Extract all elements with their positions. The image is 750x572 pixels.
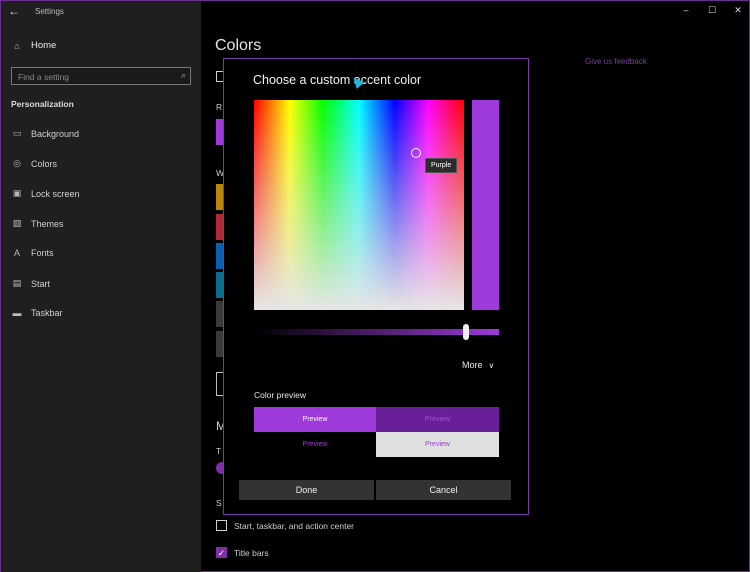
preview-tile: Preview	[254, 432, 376, 457]
start-taskbar-checkbox[interactable]	[216, 520, 227, 531]
custom-color-button[interactable]	[216, 372, 223, 396]
sidebar-item-start[interactable]: ▤ Start	[11, 278, 50, 289]
themes-icon: ▨	[12, 218, 22, 228]
start-icon: ▤	[12, 278, 22, 288]
color-preview-grid: Preview Preview Preview Preview	[254, 407, 499, 457]
sidebar-item-background[interactable]: ▭ Background	[11, 128, 79, 139]
dialog-title: Choose a custom accent color	[253, 73, 422, 87]
fonts-icon: A	[13, 248, 20, 258]
lock-screen-icon: ▣	[12, 188, 22, 198]
color-swatch[interactable]	[216, 214, 223, 240]
color-preview-heading: Color preview	[254, 390, 306, 400]
settings-window: ⌂ Home ⌕ Personalization ▭ Background ◎ …	[0, 0, 750, 572]
sidebar-item-label: Taskbar	[31, 308, 63, 318]
sidebar-item-label: Fonts	[31, 248, 54, 258]
partial-label-t: T	[216, 446, 222, 456]
color-swatch[interactable]	[216, 301, 223, 327]
color-swatch[interactable]	[216, 331, 223, 357]
sidebar-item-label: Themes	[31, 218, 64, 229]
more-button[interactable]: More ∨	[462, 360, 494, 370]
sidebar-item-home[interactable]: ⌂ Home	[11, 40, 56, 51]
sidebar-item-label: Start	[31, 278, 51, 289]
partial-label-s: S	[216, 498, 222, 508]
section-heading: Personalization	[11, 99, 74, 109]
sidebar-item-lock-screen[interactable]: ▣ Lock screen	[11, 188, 80, 199]
color-swatch[interactable]	[216, 184, 223, 210]
back-arrow-icon[interactable]: ←	[7, 4, 21, 18]
home-icon: ⌂	[14, 40, 20, 51]
title-bars-checkbox[interactable]: ✓	[216, 547, 227, 558]
preview-tile: Preview	[254, 407, 376, 432]
sidebar-item-label: Lock screen	[31, 188, 80, 199]
search-box[interactable]: ⌕	[11, 67, 191, 85]
color-name-tooltip: Purple	[425, 158, 458, 173]
sidebar: ⌂ Home ⌕ Personalization ▭ Background ◎ …	[1, 1, 201, 572]
partial-label-r: R	[216, 102, 223, 112]
brightness-slider-thumb[interactable]	[463, 324, 469, 340]
image-icon: ▭	[12, 128, 22, 138]
search-input[interactable]	[18, 70, 168, 83]
color-spectrum-picker[interactable]: Purple	[254, 100, 464, 310]
search-icon[interactable]: ⌕	[181, 70, 186, 81]
color-swatch[interactable]	[216, 243, 223, 269]
feedback-link[interactable]: Give us feedback	[585, 57, 647, 66]
more-label: More	[462, 360, 483, 370]
sidebar-item-fonts[interactable]: A Fonts	[11, 248, 54, 258]
start-taskbar-label: Start, taskbar, and action center	[234, 521, 355, 531]
selected-color-preview-bar	[472, 100, 499, 310]
cancel-button[interactable]: Cancel	[376, 480, 511, 500]
done-button[interactable]: Done	[239, 480, 374, 500]
chevron-down-icon: ∨	[488, 360, 495, 370]
sidebar-item-label: Background	[31, 128, 80, 139]
color-swatch[interactable]	[216, 272, 223, 298]
palette-icon: ◎	[13, 158, 21, 168]
transparency-toggle[interactable]	[216, 462, 223, 474]
sidebar-item-taskbar[interactable]: ▬ Taskbar	[11, 308, 63, 318]
taskbar-icon: ▬	[12, 308, 22, 318]
sidebar-item-colors[interactable]: ◎ Colors	[11, 158, 57, 169]
custom-color-dialog: Choose a custom accent color Purple More…	[223, 58, 529, 515]
preview-tile: Preview	[376, 432, 499, 457]
app-title: Settings	[35, 7, 64, 16]
sidebar-item-label: Colors	[31, 158, 58, 169]
title-bars-label: Title bars	[234, 548, 269, 558]
preview-tile: Preview	[376, 407, 499, 432]
picker-handle[interactable]	[411, 148, 421, 158]
accent-swatch[interactable]	[216, 119, 223, 145]
sidebar-item-themes[interactable]: ▨ Themes	[11, 218, 64, 229]
page-title: Colors	[215, 37, 262, 54]
home-label: Home	[31, 40, 57, 51]
